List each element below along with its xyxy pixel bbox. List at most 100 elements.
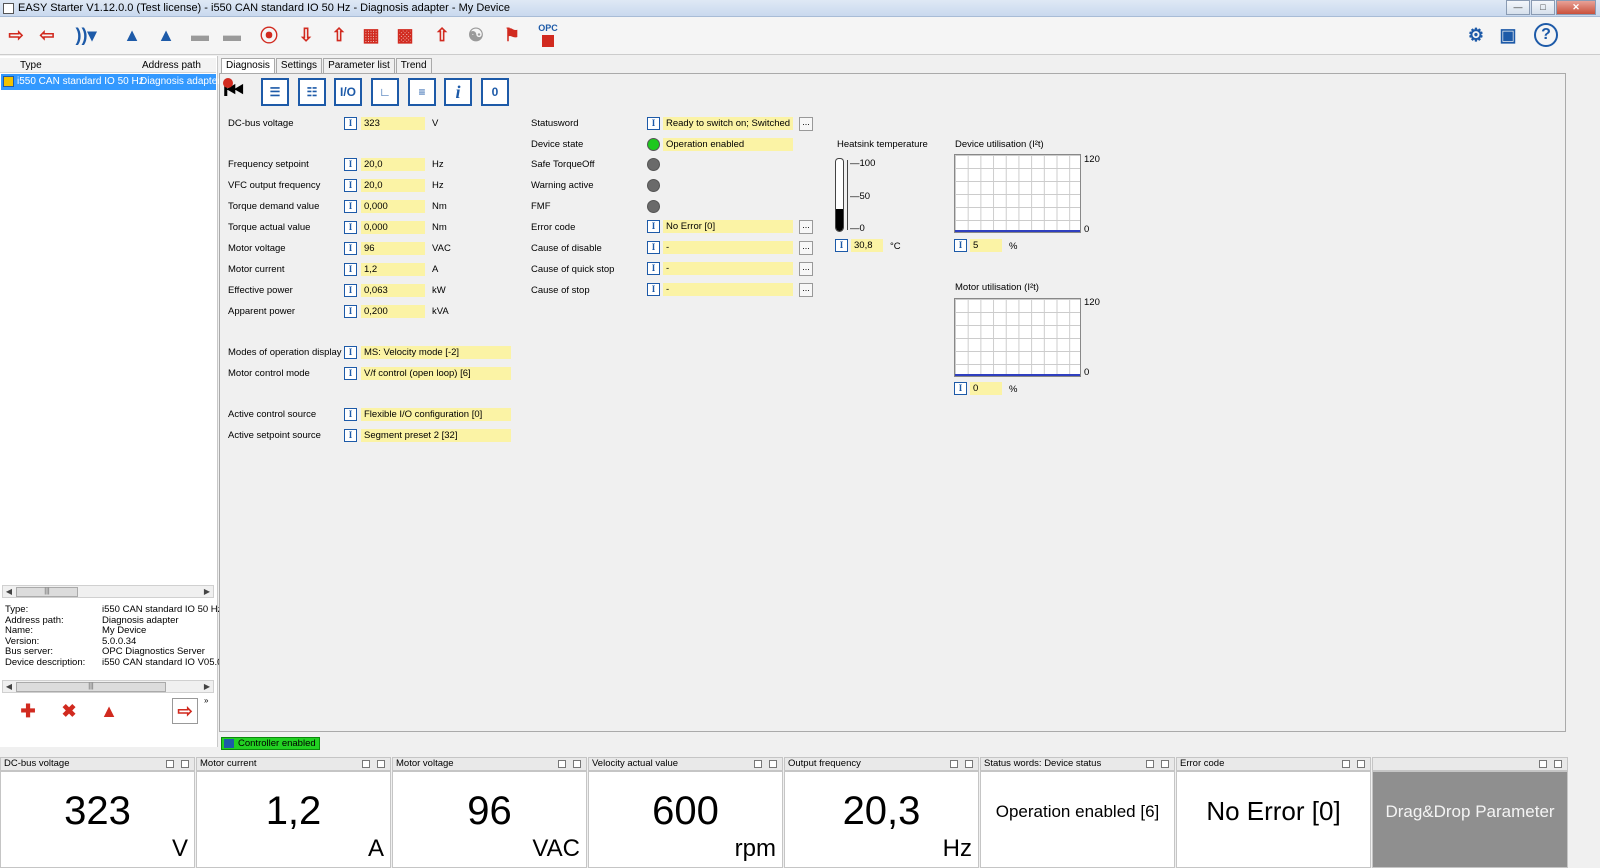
info-icon[interactable]: I [954,382,967,395]
monitor-panel[interactable]: DC-bus voltage 323 V [0,757,195,868]
stop-icon[interactable]: ⦿ [255,21,283,49]
layout-icon[interactable]: ▣ [1494,21,1522,49]
info-icon[interactable]: I [344,117,357,130]
parameter-overview-icon[interactable]: ☰ [261,78,289,106]
info-icon[interactable]: I [344,346,357,359]
scroll-right-icon[interactable]: ▶ [202,586,212,597]
device-disconnect-icon[interactable]: ▲ [152,21,180,49]
remove-device-icon[interactable]: ✖ [56,698,82,724]
opc-server-icon[interactable]: OPC [534,21,562,49]
monitor-menu-icon[interactable] [558,760,566,768]
go-offline-icon[interactable]: ⇦ [33,21,61,49]
monitor-panel[interactable]: Error code No Error [0] [1176,757,1371,868]
expand-chevron-icon[interactable]: » [204,696,208,705]
cause-disable-details-button[interactable]: ... [799,241,813,255]
tab-diagnosis[interactable]: Diagnosis [221,58,275,74]
info-icon[interactable]: I [344,284,357,297]
firmware-upload-icon[interactable]: ⇧ [428,21,456,49]
tab-trend[interactable]: Trend [395,58,432,73]
download-icon[interactable]: ⇩ [292,21,320,49]
insert-arrow-icon[interactable]: ⇨ [172,698,198,724]
disable-icon[interactable]: ▬ [218,21,246,49]
monitor-close-icon[interactable] [1554,760,1562,768]
tree-horizontal-scrollbar[interactable]: ◀ ||| ▶ [2,585,214,598]
handshake-icon[interactable]: ☯ [462,21,490,49]
info-icon[interactable]: I [344,158,357,171]
monitor-close-icon[interactable] [573,760,581,768]
enable-icon[interactable]: ▬ [186,21,214,49]
chart-icon[interactable]: ∟ [371,78,399,106]
monitor-panel[interactable]: Velocity actual value 600 rpm [588,757,783,868]
statusword-details-button[interactable]: ... [799,117,813,131]
monitor-close-icon[interactable] [377,760,385,768]
monitor-menu-icon[interactable] [754,760,762,768]
wink-icon[interactable]: ))▾ [72,21,100,49]
add-device-icon[interactable]: ✚ [15,698,41,724]
monitor-menu-icon[interactable] [1539,760,1547,768]
cause-stop-details-button[interactable]: ... [799,283,813,297]
close-button[interactable]: ✕ [1556,0,1596,15]
monitor-close-icon[interactable] [1357,760,1365,768]
monitor-panel[interactable]: Status words: Device status Operation en… [980,757,1175,868]
scroll-thumb[interactable]: ||| [16,682,166,692]
column-address-path[interactable]: Address path [142,60,201,71]
info-icon[interactable]: I [344,179,357,192]
scroll-left-icon[interactable]: ◀ [4,586,14,597]
maximize-button[interactable]: □ [1531,0,1555,15]
help-icon[interactable]: ? [1534,23,1558,47]
monitor-menu-icon[interactable] [362,760,370,768]
io-icon[interactable]: I/O [334,78,362,106]
list-icon[interactable]: ≡ [408,78,436,106]
logbook-icon[interactable]: 0 [481,78,509,106]
monitor-panel[interactable]: Motor current 1,2 A [196,757,391,868]
monitor-menu-icon[interactable] [950,760,958,768]
info-horizontal-scrollbar[interactable]: ◀ ||| ▶ [2,680,214,693]
minimize-button[interactable]: — [1506,0,1530,15]
scroll-thumb[interactable]: ||| [16,587,78,597]
tab-parameter-list[interactable]: Parameter list [323,58,395,73]
scroll-left-icon[interactable]: ◀ [4,681,14,692]
monitor-menu-icon[interactable] [166,760,174,768]
upload-icon[interactable]: ⇧ [325,21,353,49]
compare-icon[interactable]: ▩ [391,21,419,49]
monitor-menu-icon[interactable] [1342,760,1350,768]
settings-gear-icon[interactable]: ⚙ [1462,21,1490,49]
monitor-close-icon[interactable] [181,760,189,768]
monitor-menu-icon[interactable] [1146,760,1154,768]
info-icon[interactable]: i [444,78,472,106]
tree-row-device[interactable]: i550 CAN standard IO 50 Hz Diagnosis ada… [1,74,221,90]
monitor-panel[interactable]: Output frequency 20,3 Hz [784,757,979,868]
info-icon[interactable]: I [344,408,357,421]
info-icon[interactable]: I [647,117,660,130]
info-icon[interactable]: I [954,239,967,252]
info-icon[interactable]: I [344,263,357,276]
info-icon[interactable]: I [344,367,357,380]
tab-settings[interactable]: Settings [275,58,323,73]
device-lock-icon[interactable]: ⚑ [498,21,526,49]
save-parameters-icon[interactable]: ▦ [357,21,385,49]
info-icon[interactable]: I [647,241,660,254]
info-icon[interactable]: I [647,262,660,275]
info-icon[interactable]: I [647,283,660,296]
info-icon[interactable]: I [344,200,357,213]
cause-quickstop-details-button[interactable]: ... [799,262,813,276]
info-icon[interactable]: I [647,220,660,233]
error-code-details-button[interactable]: ... [799,220,813,234]
info-icon[interactable]: I [344,429,357,442]
go-online-icon[interactable]: ⇨ [2,21,30,49]
monitor-close-icon[interactable] [1161,760,1169,768]
info-icon[interactable]: I [344,221,357,234]
structure-icon[interactable]: ☷ [298,78,326,106]
device-connect-icon[interactable]: ▲ [118,21,146,49]
scroll-right-icon[interactable]: ▶ [202,681,212,692]
monitor-close-icon[interactable] [769,760,777,768]
monitor-panel[interactable]: Motor voltage 96 VAC [392,757,587,868]
column-type[interactable]: Type [20,60,42,71]
info-icon[interactable]: I [344,305,357,318]
device-properties-icon[interactable]: ▲ [96,698,122,724]
info-icon[interactable]: I [835,239,848,252]
monitor-panel-dropzone[interactable]: Drag&Drop Parameter [1372,757,1568,868]
param-unit: Hz [432,180,444,191]
monitor-close-icon[interactable] [965,760,973,768]
info-icon[interactable]: I [344,242,357,255]
